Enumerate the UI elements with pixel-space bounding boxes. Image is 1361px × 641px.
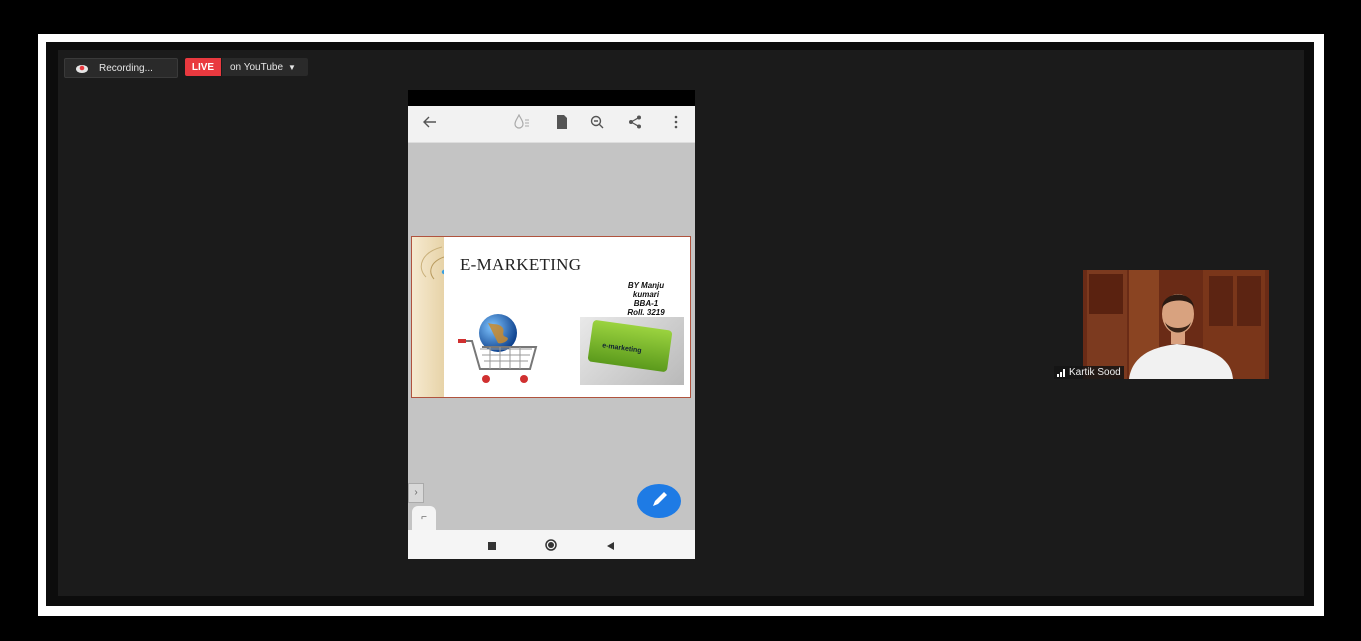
participant-video-frame <box>1083 270 1269 379</box>
recording-indicator[interactable]: Recording... <box>64 58 178 78</box>
share-icon[interactable] <box>626 114 644 132</box>
phone-status-bar <box>408 90 695 106</box>
more-vertical-icon[interactable] <box>667 114 685 132</box>
slide-title: E-MARKETING <box>460 255 582 274</box>
corner-tab-button[interactable]: ⌐ <box>412 506 436 530</box>
globe-cart-image <box>456 313 544 387</box>
slide-author-block: BY Manju kumari BBA-1 Roll. 3219 <box>616 281 676 317</box>
slide-decor-strip <box>412 237 447 397</box>
live-badge: LIVE <box>185 58 221 76</box>
participant-video-tile[interactable] <box>1083 270 1269 379</box>
zoom-out-icon[interactable] <box>588 114 606 132</box>
document-icon[interactable] <box>553 114 571 132</box>
pencil-icon <box>653 492 667 506</box>
back-arrow-icon[interactable] <box>421 114 439 132</box>
circle-icon[interactable] <box>544 539 557 551</box>
author-line: kumari <box>632 290 660 299</box>
presentation-slide: E-MARKETING BY Manju kumari BBA-1 Roll. … <box>411 236 691 398</box>
author-line: Roll. 3219 <box>627 308 665 317</box>
side-panel-toggle[interactable]: › <box>408 483 424 503</box>
android-nav-bar <box>408 530 695 559</box>
live-destination-label: on YouTube <box>230 61 284 73</box>
triangle-back-icon[interactable] <box>604 539 616 551</box>
author-line: BY Manju <box>627 281 665 290</box>
cloud-record-icon <box>75 63 89 73</box>
pdf-viewer-toolbar <box>408 106 695 143</box>
square-icon[interactable] <box>486 539 498 551</box>
live-destination-dropdown[interactable]: on YouTube ▼ <box>222 58 308 76</box>
e-marketing-key-image: e-marketing <box>580 317 684 385</box>
caret-down-icon: ▼ <box>288 62 296 72</box>
ink-drop-icon[interactable] <box>512 113 530 132</box>
swirl-decoration-icon <box>420 246 447 280</box>
participant-name: Kartik Sood <box>1069 367 1121 378</box>
author-line: BBA-1 <box>633 299 659 308</box>
edit-fab-button[interactable] <box>637 484 681 518</box>
participant-name-label: Kartik Sood <box>1054 366 1124 379</box>
shared-screen[interactable]: E-MARKETING BY Manju kumari BBA-1 Roll. … <box>408 90 695 559</box>
signal-strength-icon <box>1057 368 1065 377</box>
recording-label: Recording... <box>99 62 153 74</box>
